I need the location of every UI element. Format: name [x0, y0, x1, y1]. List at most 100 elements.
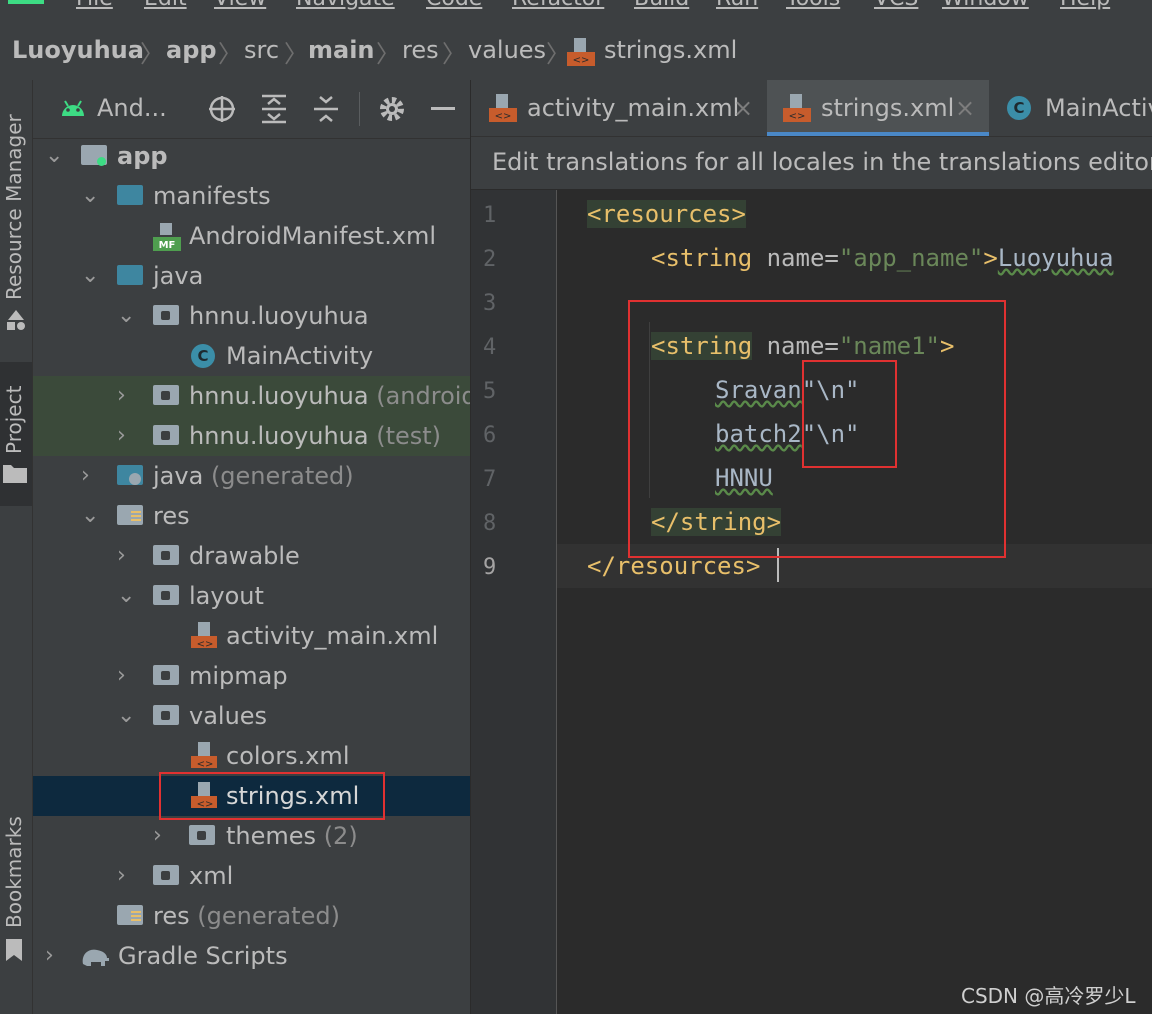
tree-item-activity-main-xml[interactable]: <> activity_main.xml: [33, 616, 470, 656]
tree-item-java[interactable]: ⌄ java: [33, 256, 470, 296]
breadcrumb-file[interactable]: strings.xml: [604, 36, 737, 64]
breadcrumb-values[interactable]: values: [468, 36, 546, 64]
bookmark-icon: [6, 939, 22, 961]
menu-run[interactable]: Run: [716, 0, 758, 11]
tree-item-mipmap[interactable]: › mipmap: [33, 656, 470, 696]
menu-view[interactable]: View: [214, 0, 266, 11]
resource-manager-tab[interactable]: Resource Manager: [2, 114, 26, 300]
tab-main-activity[interactable]: C MainActivity: [995, 80, 1152, 136]
chevron-right-icon: 〉: [376, 40, 400, 68]
chevron-down-icon[interactable]: ⌄: [45, 136, 63, 176]
close-icon[interactable]: ×: [955, 80, 975, 136]
menu-refactor[interactable]: Refactor: [512, 0, 604, 11]
svg-text:<>: <>: [197, 759, 214, 768]
menu-bar: File Edit View Navigate Code Refactor Bu…: [0, 0, 1152, 22]
chevron-right-icon[interactable]: ›: [45, 936, 54, 976]
project-view-selector[interactable]: And...: [97, 94, 167, 122]
tree-item-res-generated[interactable]: res (generated): [33, 896, 470, 936]
xml-file-icon: <>: [191, 622, 217, 648]
line-number: 5: [483, 379, 497, 404]
code-line-1: <resources>: [587, 200, 746, 228]
chevron-down-icon[interactable]: ⌄: [81, 496, 99, 536]
gear-icon[interactable]: [377, 94, 407, 124]
collapse-all-icon[interactable]: [313, 94, 339, 124]
android-icon: [62, 100, 84, 116]
chevron-right-icon[interactable]: ›: [117, 416, 126, 456]
tree-item-android-manifest[interactable]: MF AndroidManifest.xml: [33, 216, 470, 256]
class-icon: C: [191, 344, 215, 368]
xml-file-icon: <>: [783, 94, 811, 122]
tree-item-themes[interactable]: › themes (2): [33, 816, 470, 856]
menu-file[interactable]: File: [76, 0, 113, 11]
line-number: 3: [483, 291, 497, 316]
chevron-right-icon[interactable]: ›: [81, 456, 90, 496]
chevron-right-icon[interactable]: ›: [117, 856, 126, 896]
svg-text:MF: MF: [159, 240, 176, 251]
gradle-elephant-icon: [82, 949, 109, 966]
tab-strings[interactable]: <> strings.xml ×: [767, 80, 989, 136]
breadcrumb-app[interactable]: app: [166, 36, 217, 64]
chevron-down-icon[interactable]: ⌄: [81, 256, 99, 296]
tree-item-drawable[interactable]: › drawable: [33, 536, 470, 576]
tree-item-java-generated[interactable]: › java (generated): [33, 456, 470, 496]
breadcrumb-project[interactable]: Luoyuhua: [12, 36, 144, 64]
android-studio-logo: [8, 0, 44, 4]
active-tab-indicator: [767, 132, 989, 136]
line-number: 8: [483, 511, 497, 536]
tree-item-manifests[interactable]: ⌄ manifests: [33, 176, 470, 216]
chevron-down-icon[interactable]: ⌄: [117, 576, 135, 616]
translations-banner[interactable]: Edit translations for all locales in the…: [471, 137, 1152, 190]
tree-item-res[interactable]: ⌄ res: [33, 496, 470, 536]
class-icon: C: [1007, 96, 1031, 120]
chevron-right-icon[interactable]: ›: [117, 376, 126, 416]
project-panel-header: And...: [33, 80, 470, 139]
project-tab[interactable]: Project: [2, 386, 26, 454]
chevron-down-icon[interactable]: ⌄: [81, 176, 99, 216]
menu-vcs[interactable]: VCS: [874, 0, 918, 11]
menu-code[interactable]: Code: [426, 0, 482, 11]
close-icon[interactable]: ×: [733, 80, 753, 136]
tree-item-layout[interactable]: ⌄ layout: [33, 576, 470, 616]
breadcrumb-main[interactable]: main: [308, 36, 375, 64]
tree-item-gradle-scripts[interactable]: › Gradle Scripts: [33, 936, 470, 976]
expand-all-icon[interactable]: [261, 94, 287, 124]
chevron-down-icon[interactable]: ⌄: [117, 696, 135, 736]
locate-icon[interactable]: [207, 94, 237, 124]
folder-icon: [3, 465, 27, 483]
project-panel: And... ⌄ app ⌄ manifests MF AndroidManif…: [33, 80, 470, 1014]
xml-file-icon: <>: [567, 38, 595, 66]
tree-item-app[interactable]: ⌄ app: [33, 136, 470, 176]
tree-item-package[interactable]: ⌄ hnnu.luoyuhua: [33, 296, 470, 336]
chevron-right-icon[interactable]: ›: [117, 656, 126, 696]
module-folder-icon: [81, 145, 107, 166]
folder-icon: [153, 545, 179, 565]
line-number: 1: [483, 203, 497, 228]
tree-item-values[interactable]: ⌄ values: [33, 696, 470, 736]
tree-item-main-activity[interactable]: C MainActivity: [33, 336, 470, 376]
xml-file-icon: <>: [191, 742, 217, 768]
resources-folder-icon: [117, 505, 143, 525]
folder-icon: [117, 185, 143, 205]
tree-item-package-android-test[interactable]: › hnnu.luoyuhua (androidTest): [33, 376, 470, 416]
chevron-right-icon[interactable]: ›: [153, 816, 162, 856]
folder-icon: [189, 825, 215, 845]
breadcrumb: Luoyuhua 〉 app 〉 src 〉 main 〉 res 〉 valu…: [0, 22, 1152, 81]
tree-item-package-test[interactable]: › hnnu.luoyuhua (test): [33, 416, 470, 456]
chevron-down-icon[interactable]: ⌄: [117, 296, 135, 336]
menu-navigate[interactable]: Navigate: [296, 0, 395, 11]
menu-edit[interactable]: Edit: [144, 0, 187, 11]
tree-item-colors-xml[interactable]: <> colors.xml: [33, 736, 470, 776]
minimize-icon[interactable]: [431, 107, 455, 110]
breadcrumb-res[interactable]: res: [402, 36, 439, 64]
chevron-right-icon[interactable]: ›: [117, 536, 126, 576]
tree-item-xml[interactable]: › xml: [33, 856, 470, 896]
menu-help[interactable]: Help: [1060, 0, 1110, 11]
menu-tools[interactable]: Tools: [786, 0, 840, 11]
breadcrumb-src[interactable]: src: [244, 36, 279, 64]
menu-window[interactable]: Window: [942, 0, 1029, 11]
code-editor[interactable]: <resources> <string name="app_name">Luoy…: [557, 190, 1152, 1014]
menu-build[interactable]: Build: [634, 0, 689, 11]
bookmarks-tab[interactable]: Bookmarks: [2, 816, 26, 928]
line-number: 4: [483, 335, 497, 360]
tab-activity-main[interactable]: <> activity_main.xml ×: [471, 80, 763, 136]
